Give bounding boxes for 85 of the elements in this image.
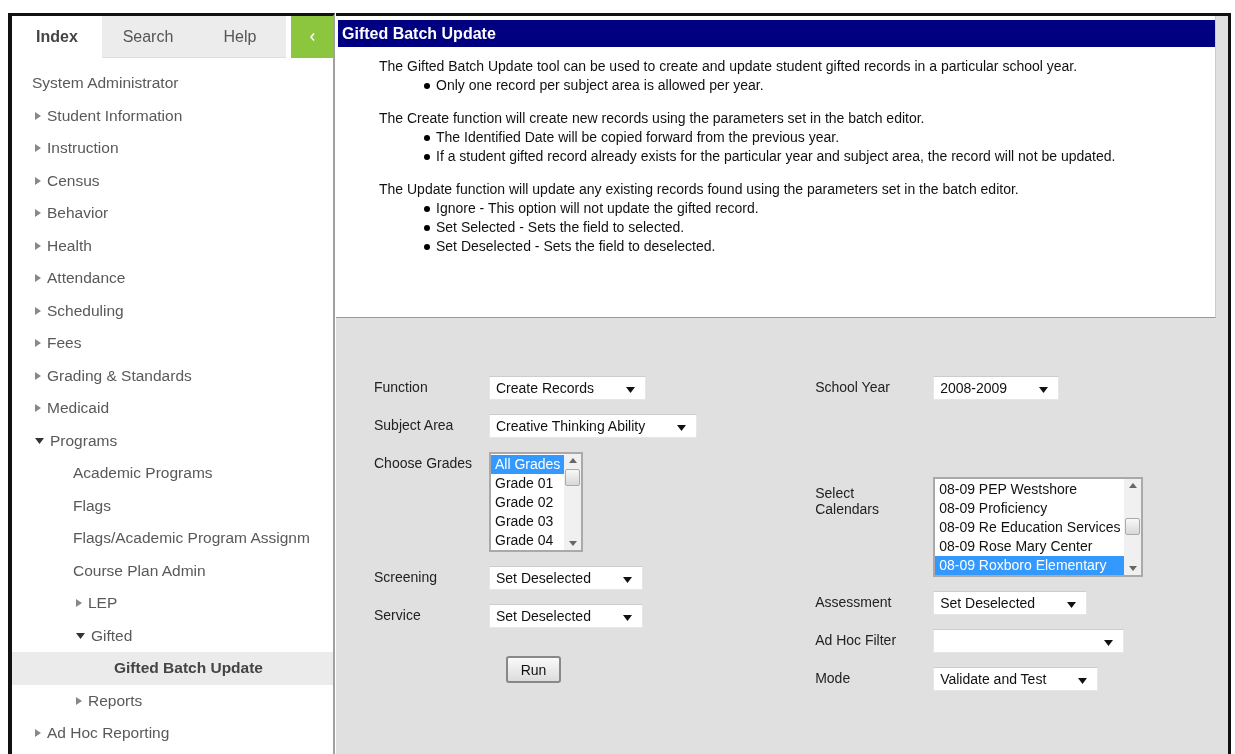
dropdown[interactable]: Set Deselected: [489, 566, 643, 590]
scroll-thumb[interactable]: [1125, 518, 1141, 535]
field-label: Ad Hoc Filter: [815, 631, 898, 648]
dropdown[interactable]: Set Deselected: [933, 591, 1088, 615]
tree-item[interactable]: Programs: [12, 424, 333, 457]
tree-item[interactable]: Health: [12, 229, 333, 262]
tree-item[interactable]: System Administrator: [12, 67, 333, 100]
field-label: Choose Grades: [374, 454, 474, 471]
list-box[interactable]: 08-09 PEP Westshore 08-09 Proficiency 08-09 Re Education Services 08-09 Rose Mary Center 08-09 Roxboro Elementary: [933, 477, 1144, 577]
tree-item[interactable]: Instruction: [12, 132, 333, 165]
field-label: Subject Area: [374, 416, 455, 433]
caret-icon: [1078, 677, 1088, 684]
scroll-up-icon[interactable]: [568, 458, 577, 463]
tree-item[interactable]: Scheduling: [12, 294, 333, 327]
tree-item[interactable]: Reports: [12, 684, 333, 717]
list-option[interactable]: Grade 03: [491, 512, 565, 531]
scroll-thumb[interactable]: [565, 469, 581, 486]
tree-item[interactable]: Attendance: [12, 262, 333, 295]
list-option[interactable]: 08-09 PEP Westshore: [935, 480, 1125, 499]
tree-item[interactable]: Gifted: [12, 619, 333, 652]
caret-icon: [622, 614, 632, 621]
tree-item[interactable]: Grading & Standards: [12, 359, 333, 392]
tree-item[interactable]: Ad Hoc Reporting: [12, 717, 333, 750]
list-option[interactable]: Grade 02: [491, 493, 565, 512]
field-label: Screening: [374, 568, 439, 585]
caret-icon: [1039, 386, 1049, 393]
bullet-text: Set Deselected - Sets the field to deselected.: [436, 237, 716, 256]
field-label: Service: [374, 606, 422, 623]
bullet-text: If a student gifted record already exists for the particular year and subject area, the record will not be updated.: [436, 147, 1116, 166]
bullet-text: Ignore - This option will not update the gifted record.: [436, 199, 759, 218]
run-button[interactable]: Run: [506, 656, 561, 683]
tab[interactable]: Help: [194, 16, 286, 58]
panel-title: Gifted Batch Update: [338, 20, 1215, 47]
tab[interactable]: Search: [102, 16, 194, 58]
caret-icon: [626, 386, 636, 393]
bullet-icon: [424, 134, 430, 141]
tree-item[interactable]: Medicaid: [12, 392, 333, 425]
bullet-icon: [424, 82, 430, 89]
dropdown[interactable]: Validate and Test: [933, 667, 1099, 691]
scrollbar[interactable]: [564, 454, 582, 550]
tree-item[interactable]: Flags: [12, 489, 333, 522]
tree-item[interactable]: Course Plan Admin: [12, 554, 333, 587]
list-box[interactable]: All Grades Grade 01 Grade 02 Grade 03 Grade 04: [489, 452, 584, 552]
dropdown[interactable]: Creative Thinking Ability: [489, 414, 698, 438]
tree-item[interactable]: Flags/Academic Program Assignm: [12, 522, 333, 555]
tree-item[interactable]: LEP: [12, 587, 333, 620]
dropdown[interactable]: Create Records: [489, 376, 647, 400]
list-option[interactable]: 08-09 Proficiency: [935, 499, 1125, 518]
list-option[interactable]: Grade 01: [491, 474, 565, 493]
field-label: School Year: [815, 378, 891, 395]
tree-item[interactable]: Fees: [12, 327, 333, 360]
field-label: Function: [374, 378, 429, 395]
scrollbar[interactable]: [1124, 479, 1142, 575]
caret-icon: [1104, 639, 1114, 646]
tree-item[interactable]: Census: [12, 164, 333, 197]
chevron-left-icon: [309, 33, 315, 41]
caret-icon: [1067, 601, 1077, 608]
field-label: Assessment: [815, 593, 893, 610]
scroll-down-icon[interactable]: [568, 541, 577, 546]
tree-item[interactable]: Gifted Batch Update: [12, 652, 333, 685]
bullet-icon: [424, 224, 430, 231]
scroll-up-icon[interactable]: [1129, 483, 1137, 488]
dropdown[interactable]: 2008-2009: [933, 376, 1060, 400]
dropdown[interactable]: Set Deselected: [489, 604, 643, 628]
list-option[interactable]: Grade 04: [491, 531, 565, 550]
bullet-text: The Identified Date will be copied forward from the previous year.: [436, 128, 840, 147]
caret-icon: [622, 576, 632, 583]
bullet-icon: [424, 205, 430, 212]
bullet-icon: [424, 153, 430, 160]
bullet-text: Only one record per subject area is allowed per year.: [436, 76, 764, 95]
tree-item[interactable]: Student Information: [12, 99, 333, 132]
dropdown[interactable]: [933, 629, 1125, 653]
tree-item[interactable]: Behavior: [12, 197, 333, 230]
scroll-down-icon[interactable]: [1129, 566, 1137, 571]
bullet-text: Set Selected - Sets the field to selected.: [436, 218, 685, 237]
list-option[interactable]: 08-09 Re Education Services: [935, 518, 1125, 537]
field-label: Mode: [815, 669, 852, 686]
bullet-icon: [424, 243, 430, 250]
list-option[interactable]: 08-09 Rose Mary Center: [935, 537, 1125, 556]
description-text: The Gifted Batch Update tool can be used to create and update student gifted records in a particular school year.: [379, 57, 1079, 76]
tree-item[interactable]: Academic Programs: [12, 457, 333, 490]
caret-icon: [677, 424, 687, 431]
description-text: The Update function will update any existing records found using the parameters set in the batch editor.: [379, 180, 1020, 199]
description-text: The Create function will create new records using the parameters set in the batch editor.: [379, 109, 926, 128]
field-label: Select Calendars: [815, 484, 880, 517]
